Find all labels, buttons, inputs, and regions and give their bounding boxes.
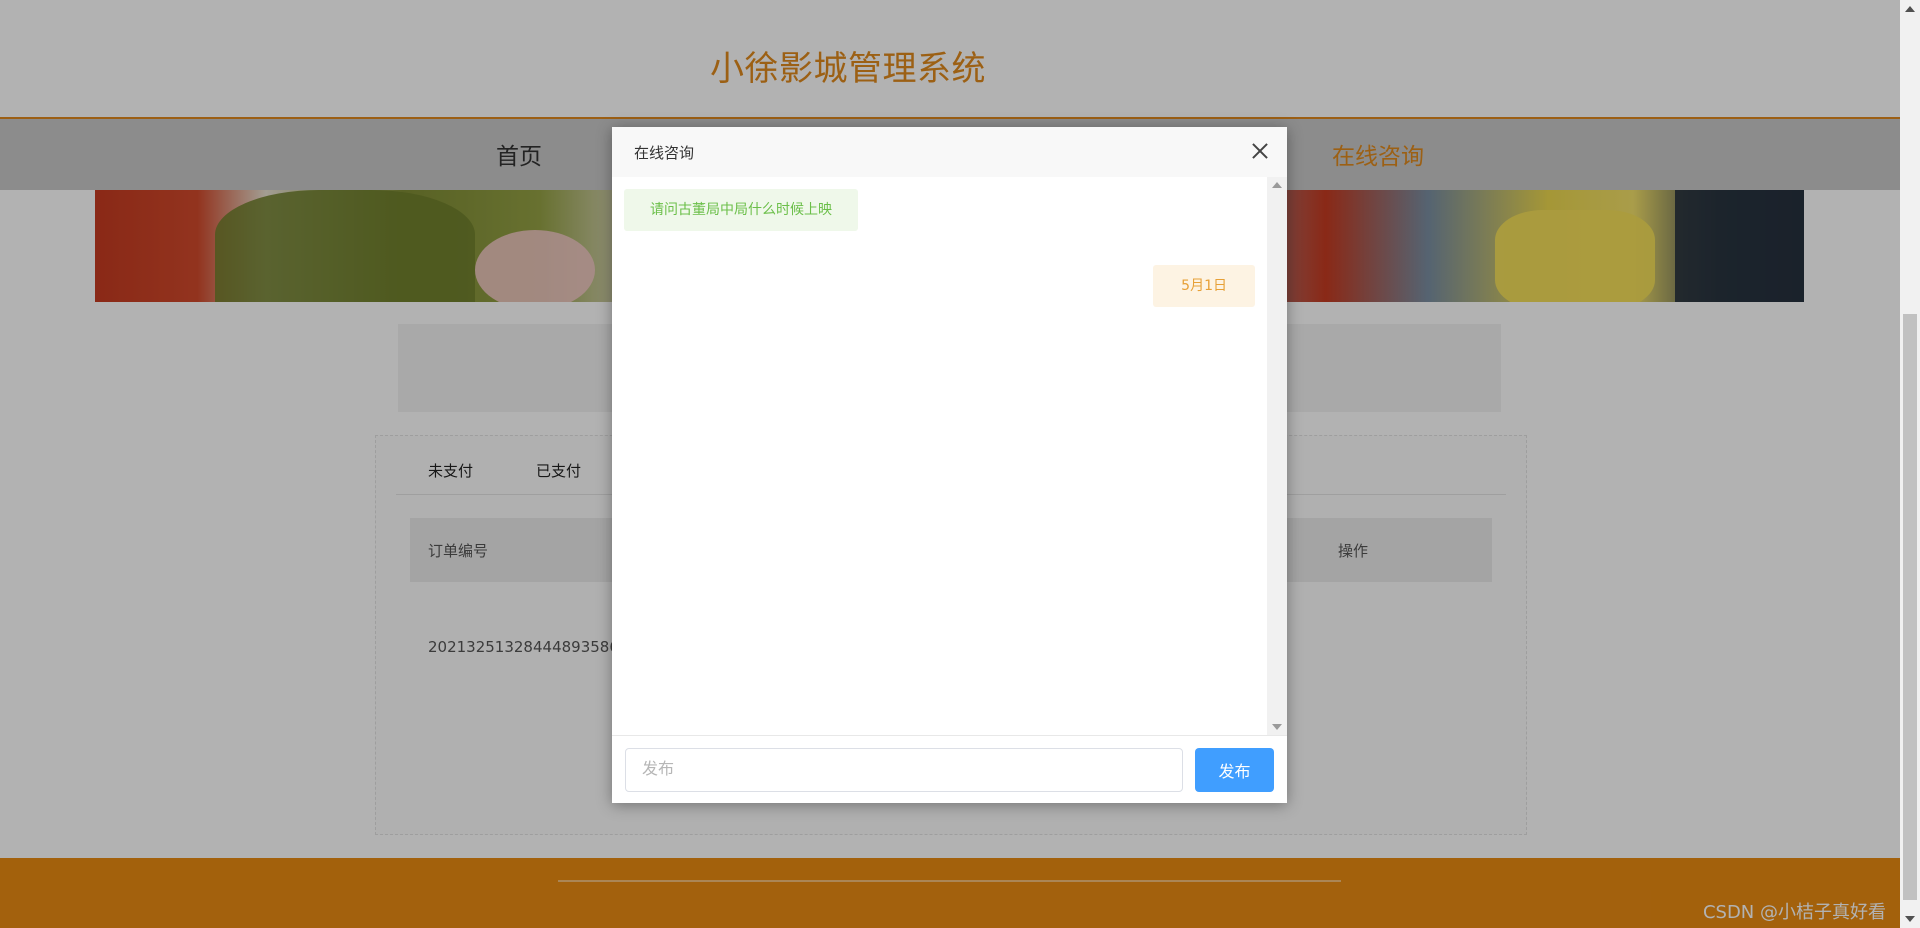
message-input[interactable]: [625, 748, 1183, 792]
page-scrollbar[interactable]: [1900, 0, 1920, 928]
scroll-down-icon[interactable]: [1272, 724, 1282, 730]
dialog-header: 在线咨询: [612, 127, 1287, 177]
publish-button[interactable]: 发布: [1195, 748, 1274, 792]
scroll-up-icon[interactable]: [1272, 182, 1282, 188]
message-list: 请问古董局中局什么时候上映 5月1日: [612, 177, 1267, 735]
message-scrollbar[interactable]: [1267, 177, 1287, 735]
page-scroll-up-icon[interactable]: [1905, 6, 1915, 12]
page: 小徐影城管理系统 首页 在线咨询 未支付 已支付 订单编号 操作 2021325…: [0, 0, 1900, 928]
page-scroll-thumb[interactable]: [1903, 314, 1917, 900]
consult-dialog: 在线咨询 请问古董局中局什么时候上映 5月1日 发布: [612, 127, 1287, 803]
close-icon[interactable]: [1249, 140, 1271, 162]
page-scroll-down-icon[interactable]: [1905, 916, 1915, 922]
message-bubble-sent: 5月1日: [1153, 265, 1255, 307]
message-bubble-received: 请问古董局中局什么时候上映: [624, 189, 858, 231]
dialog-title: 在线咨询: [634, 144, 695, 162]
dialog-footer: 发布: [612, 735, 1287, 804]
